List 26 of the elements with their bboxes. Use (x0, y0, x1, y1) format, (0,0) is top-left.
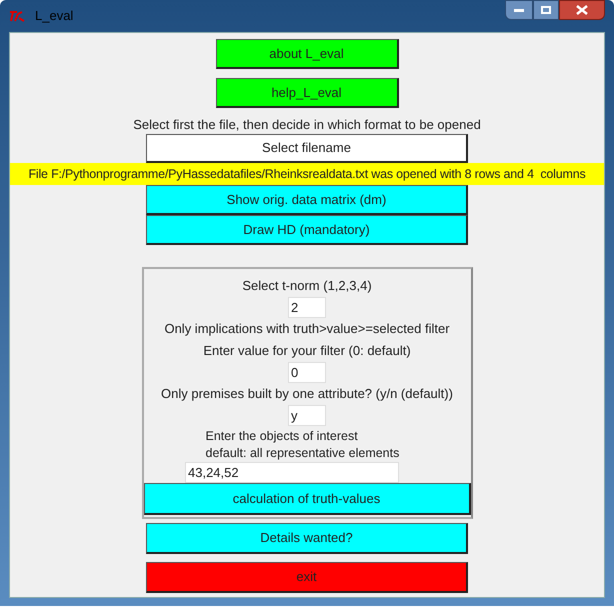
exit-button[interactable]: exit (146, 562, 468, 593)
details-button[interactable]: Details wanted? (146, 523, 468, 554)
app-icon (9, 10, 27, 22)
input-field[interactable]: 0 (288, 362, 326, 383)
toolbar-button[interactable]: about L_eval (216, 39, 398, 69)
status-banner: File F:/Pythonprogramme/PyHassedatafiles/Rheinksrealdata.txt was opened with 8 rows and 4 columns (10, 163, 604, 185)
note-text: Enter the objects of interest (206, 428, 358, 445)
window-title: L_eval (35, 7, 74, 26)
close-icon (576, 5, 588, 15)
input-field[interactable]: y (288, 405, 326, 426)
field-label: Select t-norm (1,2,3,4) (242, 277, 372, 295)
calculate-button[interactable]: calculation of truth-values (144, 483, 470, 515)
toolbar-button[interactable]: help_L_eval (216, 78, 398, 108)
note-text: default: all representative elements (206, 445, 400, 462)
field-label: Only implications with truth>value>=selected filter (164, 320, 450, 338)
field-label: Enter value for your filter (0: default) (203, 342, 411, 360)
input-field[interactable]: 43,24,52 (185, 462, 399, 483)
action-button[interactable]: Show orig. data matrix (dm) (146, 185, 468, 215)
maximize-button[interactable] (533, 0, 559, 20)
minimize-button[interactable] (505, 0, 533, 20)
select-file-button[interactable]: Select filename (146, 134, 468, 163)
instruction-text: Select first the file, then decide in which format to be opened (133, 116, 481, 134)
action-button[interactable]: Draw HD (mandatory) (146, 215, 468, 245)
field-label: Only premises built by one attribute? (y/n (default)) (161, 385, 453, 403)
close-button[interactable] (559, 0, 605, 20)
input-field[interactable]: 2 (288, 297, 326, 318)
